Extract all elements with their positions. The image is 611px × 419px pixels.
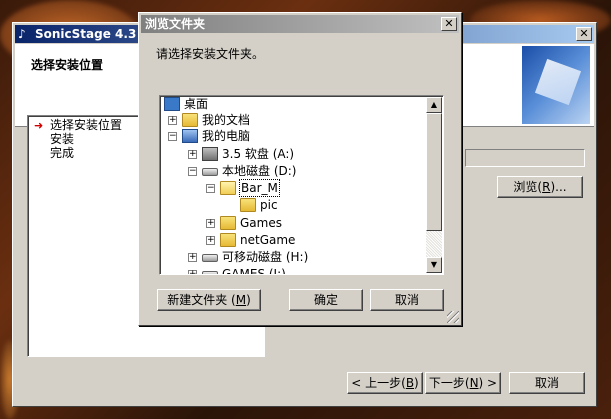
step-install: 安装 — [50, 132, 75, 146]
folder-icon — [240, 198, 256, 212]
expand-icon[interactable]: + — [206, 219, 215, 228]
collapse-icon[interactable]: − — [206, 184, 215, 193]
new-folder-button[interactable]: 新建文件夹 (M) — [157, 289, 261, 311]
folder-open-icon — [220, 181, 236, 195]
installer-title: SonicStage 4.3 安 — [35, 27, 153, 41]
browse-button[interactable]: 浏览(R)... — [497, 176, 583, 198]
dialog-cancel-button[interactable]: 取消 — [370, 289, 444, 311]
desktop-icon — [164, 97, 180, 111]
expand-icon[interactable]: + — [188, 270, 197, 274]
back-button[interactable]: < 上一步(B) — [347, 372, 423, 394]
documents-icon — [182, 113, 198, 127]
sonicstage-app-icon: ♪ — [18, 27, 26, 41]
floppy-drive-icon — [202, 147, 218, 161]
collapse-icon[interactable]: − — [168, 132, 177, 141]
tree-vertical-scrollbar[interactable]: ▲ ▼ — [426, 97, 442, 273]
folder-icon — [220, 216, 236, 230]
expand-icon[interactable]: + — [168, 116, 177, 125]
dialog-prompt: 请选择安装文件夹。 — [156, 47, 265, 61]
dialog-titlebar: 浏览文件夹 ✕ — [141, 15, 459, 33]
scroll-down-arrow-icon[interactable]: ▼ — [426, 257, 442, 273]
sonicstage-logo — [522, 46, 590, 124]
step-choose-location: 选择安装位置 — [50, 118, 123, 132]
ok-button[interactable]: 确定 — [289, 289, 363, 311]
installer-cancel-button[interactable]: 取消 — [509, 372, 585, 394]
folder-tree[interactable]: 桌面 + 我的文档 − 我的电脑 + 3.5 软盘 (A:) − 本地磁盘 (D… — [159, 95, 444, 275]
removable-drive-icon — [202, 254, 218, 262]
installer-close-button[interactable]: ✕ — [576, 27, 592, 41]
computer-icon — [182, 129, 198, 143]
cd-drive-icon — [202, 271, 218, 274]
collapse-icon[interactable]: − — [188, 167, 197, 176]
install-path-field[interactable] — [465, 149, 585, 167]
expand-icon[interactable]: + — [188, 253, 197, 262]
current-step-arrow-icon: ➜ — [34, 119, 44, 132]
step-finish: 完成 — [50, 146, 75, 160]
resize-grip-icon[interactable] — [447, 311, 459, 323]
folder-icon — [220, 233, 236, 247]
hard-drive-icon — [202, 168, 218, 176]
next-button[interactable]: 下一步(N) > — [425, 372, 501, 394]
installer-header-title: 选择安装位置 — [31, 58, 104, 72]
browse-folder-dialog: 浏览文件夹 ✕ 请选择安装文件夹。 桌面 + 我的文档 − 我的电脑 + 3.5… — [138, 12, 462, 326]
scrollbar-thumb[interactable] — [426, 113, 442, 231]
dialog-close-button[interactable]: ✕ — [441, 17, 457, 31]
expand-icon[interactable]: + — [188, 150, 197, 159]
expand-icon[interactable]: + — [206, 236, 215, 245]
scroll-up-arrow-icon[interactable]: ▲ — [426, 97, 442, 113]
dialog-title: 浏览文件夹 — [145, 17, 206, 31]
